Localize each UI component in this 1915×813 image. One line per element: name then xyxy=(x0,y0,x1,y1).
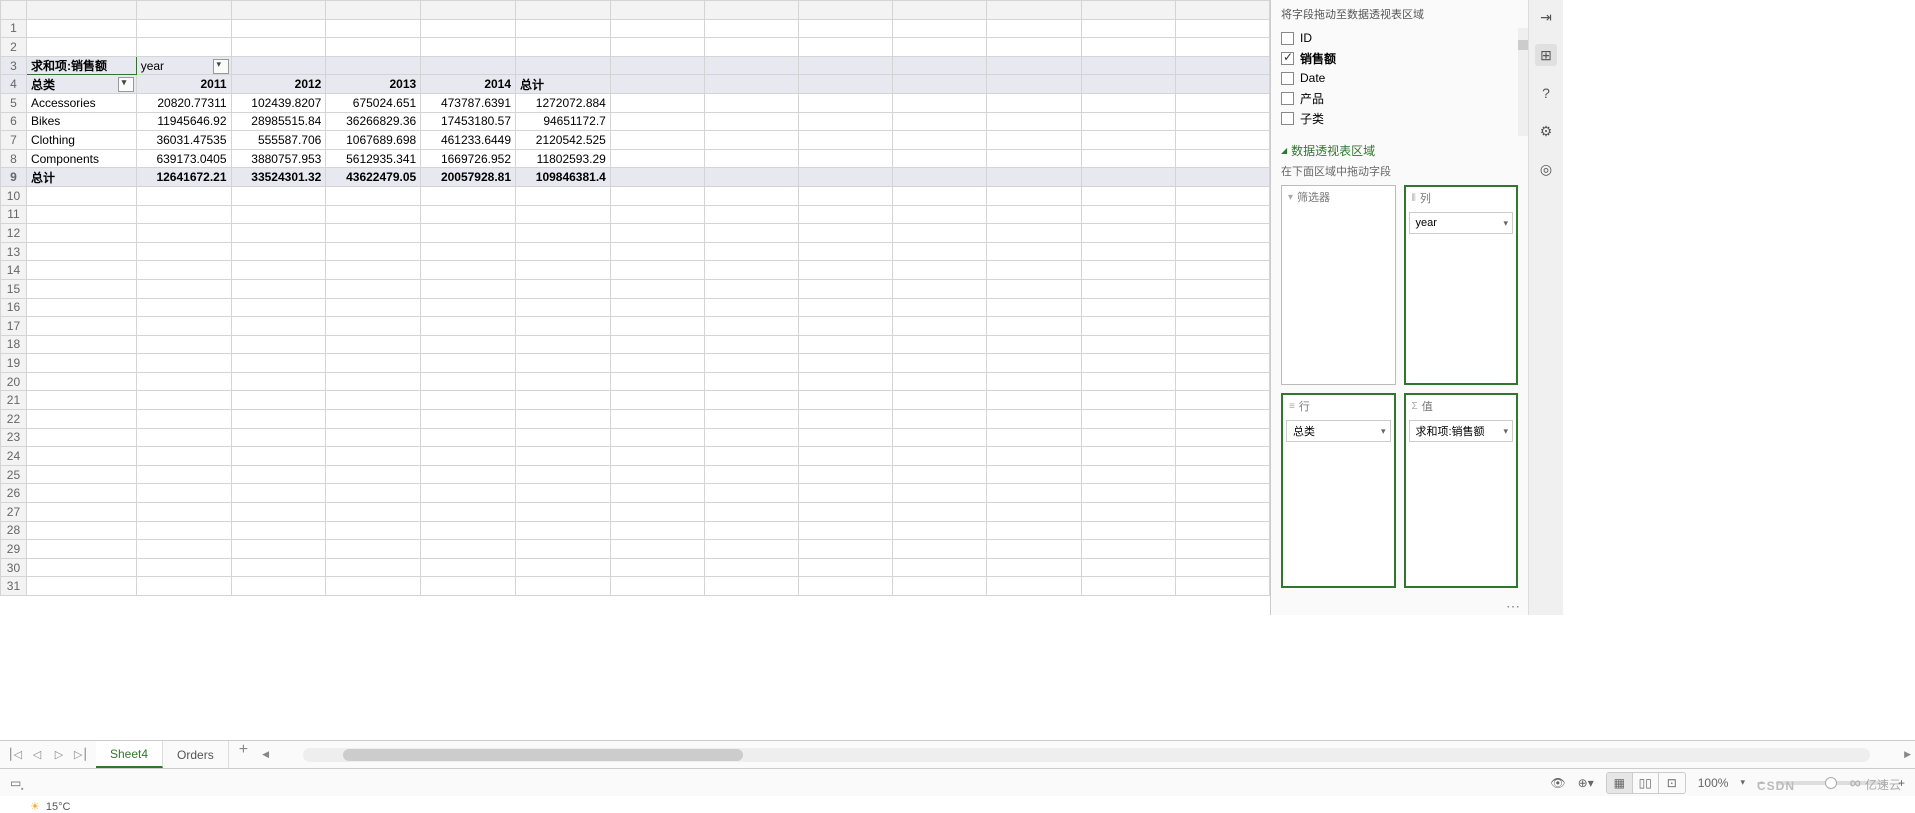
field-item-sales[interactable]: 销售额 xyxy=(1281,48,1518,68)
select-all-cell[interactable] xyxy=(1,1,27,20)
pivot-corner-label: 求和项:销售额 xyxy=(31,59,107,73)
values-area-item-sum-sales[interactable]: 求和项:销售额 ▾ xyxy=(1409,420,1514,442)
pivot-corner[interactable]: 求和项:销售额 xyxy=(26,56,136,75)
sheet-tab-orders[interactable]: Orders xyxy=(163,741,229,768)
pivot-grand-total-row-label[interactable]: 总计 xyxy=(26,168,136,187)
rows-area-item-category[interactable]: 总类 ▾ xyxy=(1286,420,1391,442)
scroll-right-icon[interactable]: ▶ xyxy=(1900,749,1915,760)
pivot-fields-icon[interactable]: ⊞ xyxy=(1535,44,1557,66)
columns-area[interactable]: ⦀列 year ▾ xyxy=(1404,185,1519,385)
first-sheet-icon[interactable]: ⎮◁ xyxy=(6,746,24,764)
pivot-row-field-header[interactable]: 总类 xyxy=(26,75,136,94)
row-header[interactable]: 2 xyxy=(1,38,27,57)
rows-icon: ≡ xyxy=(1289,401,1295,412)
view-mode-toggles: ▦ ▯▯ ⊡ xyxy=(1606,772,1686,794)
sun-icon: ☀ xyxy=(30,800,40,813)
settings-icon[interactable]: ⚙ xyxy=(1535,120,1557,142)
row-header[interactable]: 1 xyxy=(1,19,27,38)
values-icon: Σ xyxy=(1412,401,1418,412)
more-icon[interactable]: ⋯ xyxy=(1271,598,1528,615)
columns-icon: ⦀ xyxy=(1412,193,1416,204)
last-sheet-icon[interactable]: ▷⎮ xyxy=(72,746,90,764)
table-row: 6 Bikes 11945646.92 28985515.84 36266829… xyxy=(1,112,1270,131)
status-bar: ▭⸼ 👁 ⊕▾ ▦ ▯▯ ⊡ 100%▾ − + xyxy=(0,768,1915,796)
scrollbar-thumb[interactable] xyxy=(1518,40,1528,50)
add-sheet-button[interactable]: + xyxy=(229,741,258,768)
columns-area-item-year[interactable]: year ▾ xyxy=(1409,212,1514,234)
cloud-icon: ∞ xyxy=(1850,775,1861,793)
scroll-left-icon[interactable]: ◀ xyxy=(258,749,273,760)
pivot-year-header[interactable]: 2014 xyxy=(421,75,516,94)
filter-area[interactable]: ▾筛选器 xyxy=(1281,185,1396,385)
checkbox-icon[interactable] xyxy=(1281,32,1294,45)
collapse-panel-icon[interactable]: ⇥ xyxy=(1535,6,1557,28)
field-panel-hint: 将字段拖动至数据透视表区域 xyxy=(1271,0,1528,28)
pivot-field-panel: 将字段拖动至数据透视表区域 ID 销售额 Date 产品 子类 数据透视表区域 … xyxy=(1270,0,1528,615)
right-toolbar: ⇥ ⊞ ? ⚙ ◎ xyxy=(1528,0,1563,615)
os-taskbar: ☀ 15°C xyxy=(0,796,1915,813)
rows-area[interactable]: ≡行 总类 ▾ xyxy=(1281,393,1396,588)
values-area[interactable]: Σ值 求和项:销售额 ▾ xyxy=(1404,393,1519,588)
horizontal-scrollbar[interactable] xyxy=(303,748,1870,762)
field-item-date[interactable]: Date xyxy=(1281,68,1518,88)
checkbox-icon[interactable] xyxy=(1281,52,1294,65)
zoom-slider-thumb[interactable] xyxy=(1825,777,1837,789)
spreadsheet-area: 1 2 3 求和项:销售额 year 4 总类 xyxy=(0,0,1270,615)
pivot-year-header[interactable]: 2013 xyxy=(326,75,421,94)
pivot-year-header[interactable]: 2012 xyxy=(231,75,326,94)
row-header[interactable]: 4 xyxy=(1,75,27,94)
chevron-down-icon[interactable]: ▾ xyxy=(1503,218,1508,229)
table-row: 7 Clothing 36031.47535 555587.706 106768… xyxy=(1,131,1270,150)
target-icon[interactable]: ◎ xyxy=(1535,158,1557,180)
chevron-down-icon[interactable]: ▾ xyxy=(1381,426,1386,437)
grid-settings-icon[interactable]: ⊕▾ xyxy=(1578,776,1594,790)
pivot-col-field[interactable]: year xyxy=(136,56,231,75)
grid[interactable]: 1 2 3 求和项:销售额 year 4 总类 xyxy=(0,0,1270,596)
pivot-col-field-label: year xyxy=(141,59,164,73)
chevron-down-icon[interactable]: ▾ xyxy=(1740,777,1745,788)
checkbox-icon[interactable] xyxy=(1281,112,1294,125)
checkbox-icon[interactable] xyxy=(1281,72,1294,85)
field-scrollbar[interactable] xyxy=(1518,28,1528,136)
csdn-watermark: CSDN xyxy=(1757,779,1795,793)
checkbox-icon[interactable] xyxy=(1281,92,1294,105)
prev-sheet-icon[interactable]: ◁ xyxy=(28,746,46,764)
view-normal-icon[interactable]: ▦ xyxy=(1607,773,1633,793)
scrollbar-thumb[interactable] xyxy=(343,749,743,761)
table-row: 5 Accessories 20820.77311 102439.8207 67… xyxy=(1,93,1270,112)
filter-icon: ▾ xyxy=(1288,192,1293,203)
pivot-areas-title: 数据透视表区域 xyxy=(1271,136,1528,163)
pivot-areas-hint: 在下面区域中拖动字段 xyxy=(1271,163,1528,185)
field-item-product[interactable]: 产品 xyxy=(1281,88,1518,108)
yisu-watermark: ∞ 亿速云 xyxy=(1850,775,1901,793)
chevron-down-icon[interactable] xyxy=(213,59,229,74)
sheet-tab-sheet4[interactable]: Sheet4 xyxy=(96,741,163,768)
view-page-layout-icon[interactable]: ▯▯ xyxy=(1633,773,1659,793)
field-item-id[interactable]: ID xyxy=(1281,28,1518,48)
status-console-icon[interactable]: ▭⸼ xyxy=(10,774,24,791)
weather-widget[interactable]: ☀ 15°C xyxy=(30,800,70,813)
field-item-subclass[interactable]: 子类 xyxy=(1281,108,1518,128)
chevron-down-icon[interactable] xyxy=(118,77,134,92)
sheet-tabs-bar: ⎮◁ ◁ ▷ ▷⎮ Sheet4 Orders + ◀ ▶ xyxy=(0,740,1915,768)
next-sheet-icon[interactable]: ▷ xyxy=(50,746,68,764)
table-row: 8 Components 639173.0405 3880757.953 561… xyxy=(1,149,1270,168)
row-header[interactable]: 3 xyxy=(1,56,27,75)
pivot-year-header[interactable]: 2011 xyxy=(136,75,231,94)
zoom-level[interactable]: 100% xyxy=(1698,776,1729,790)
chevron-down-icon[interactable]: ▾ xyxy=(1503,426,1508,437)
view-page-break-icon[interactable]: ⊡ xyxy=(1659,773,1685,793)
help-icon[interactable]: ? xyxy=(1535,82,1557,104)
field-list: ID 销售额 Date 产品 子类 xyxy=(1271,28,1528,136)
eye-icon[interactable]: 👁 xyxy=(1550,776,1565,790)
pivot-grand-total-header[interactable]: 总计 xyxy=(516,75,611,94)
